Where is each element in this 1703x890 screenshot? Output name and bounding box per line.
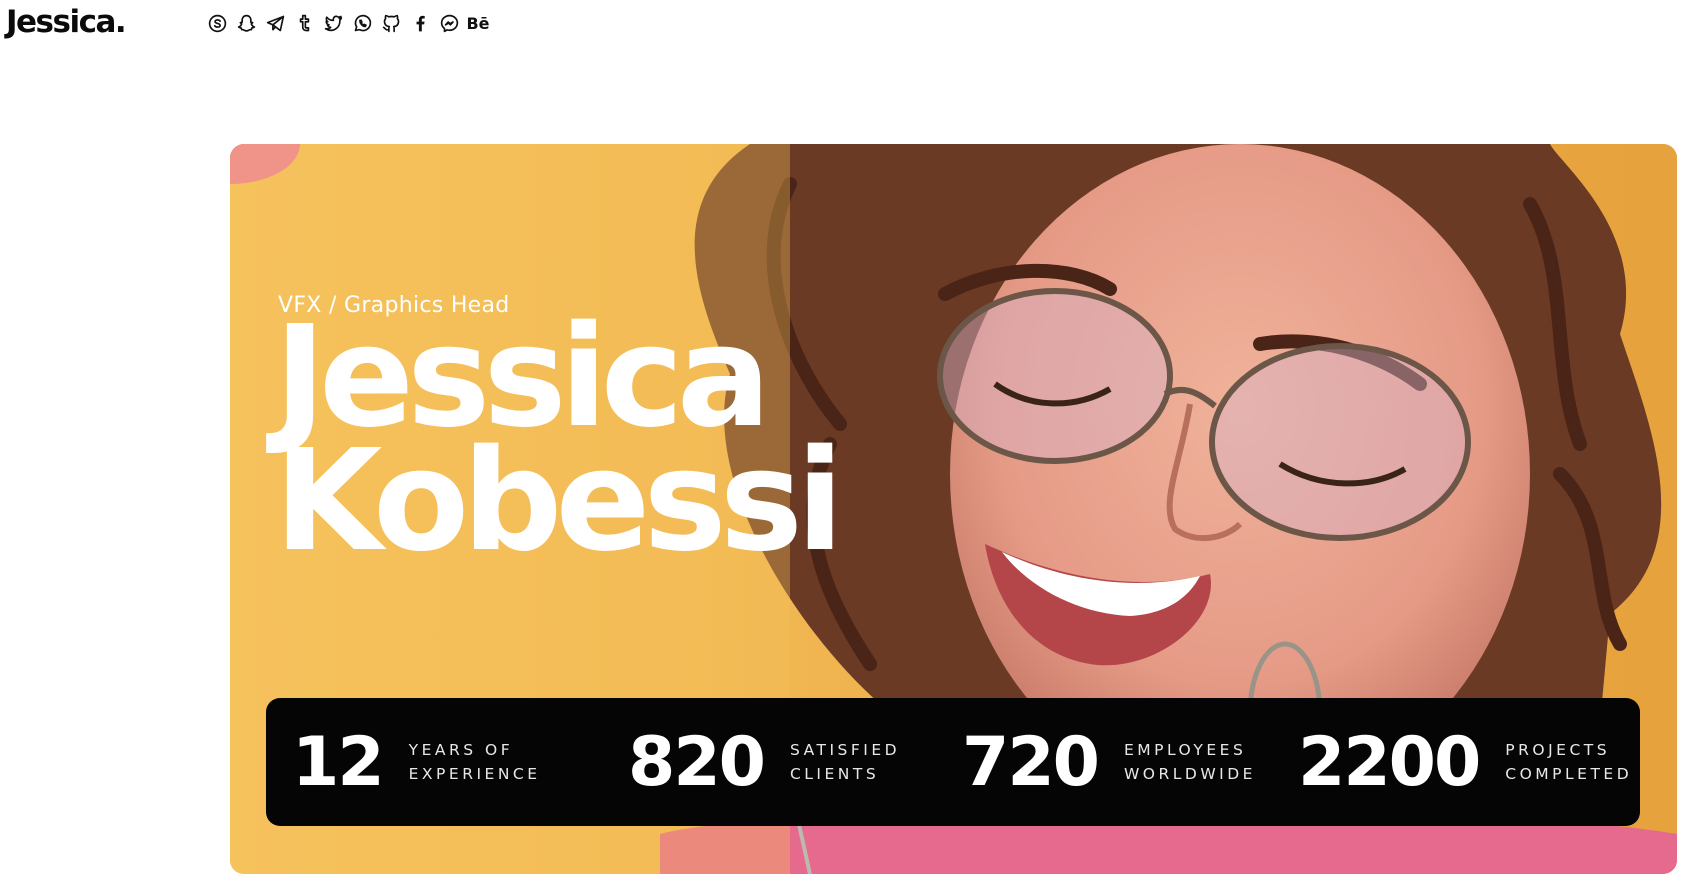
stat-label-line: SATISFIED: [789, 741, 901, 759]
stat-label: EMPLOYEES WORLDWIDE: [1124, 738, 1256, 786]
stat-label-line: PROJECTS: [1505, 741, 1611, 759]
messenger-icon[interactable]: [437, 11, 461, 35]
stat-value: 12: [292, 722, 385, 802]
stat-value: 720: [962, 722, 1100, 802]
twitter-icon[interactable]: [321, 11, 345, 35]
stat-label: YEARS OF EXPERIENCE: [409, 738, 541, 786]
stat-label: SATISFIED CLIENTS: [790, 738, 900, 786]
stat-label: PROJECTS COMPLETED: [1505, 738, 1632, 786]
snapchat-icon[interactable]: [234, 11, 258, 35]
stat-experience: 12 YEARS OF EXPERIENCE: [292, 698, 541, 826]
behance-icon-text: Bē: [466, 13, 490, 33]
stat-employees: 720 EMPLOYEES WORLDWIDE: [962, 698, 1256, 826]
tumblr-icon[interactable]: [292, 11, 316, 35]
last-name: Kobessi: [274, 420, 844, 583]
stat-label-line: COMPLETED: [1505, 765, 1633, 783]
github-icon[interactable]: [379, 11, 403, 35]
stat-clients: 820 SATISFIED CLIENTS: [628, 698, 900, 826]
stat-label-line: EXPERIENCE: [408, 765, 541, 783]
stat-value: 2200: [1298, 722, 1481, 802]
social-links: Bē: [205, 10, 490, 36]
stats-bar: 12 YEARS OF EXPERIENCE 820 SATISFIED CLI…: [266, 698, 1640, 826]
whatsapp-icon[interactable]: [350, 11, 374, 35]
stat-label-line: CLIENTS: [789, 765, 880, 783]
site-logo[interactable]: Jessica.: [6, 4, 127, 40]
person-name: Jessica Kobessi: [274, 308, 844, 583]
facebook-icon[interactable]: [408, 11, 432, 35]
hero-banner: VFX / Graphics Head Jessica Kobessi 12 Y…: [230, 144, 1677, 874]
skype-icon[interactable]: [205, 11, 229, 35]
stat-projects: 2200 PROJECTS COMPLETED: [1298, 698, 1632, 826]
stat-label-line: YEARS OF: [408, 741, 514, 759]
telegram-icon[interactable]: [263, 11, 287, 35]
stat-label-line: EMPLOYEES: [1123, 741, 1247, 759]
stat-value: 820: [628, 722, 766, 802]
behance-icon[interactable]: Bē: [466, 11, 490, 35]
stat-label-line: WORLDWIDE: [1123, 765, 1256, 783]
